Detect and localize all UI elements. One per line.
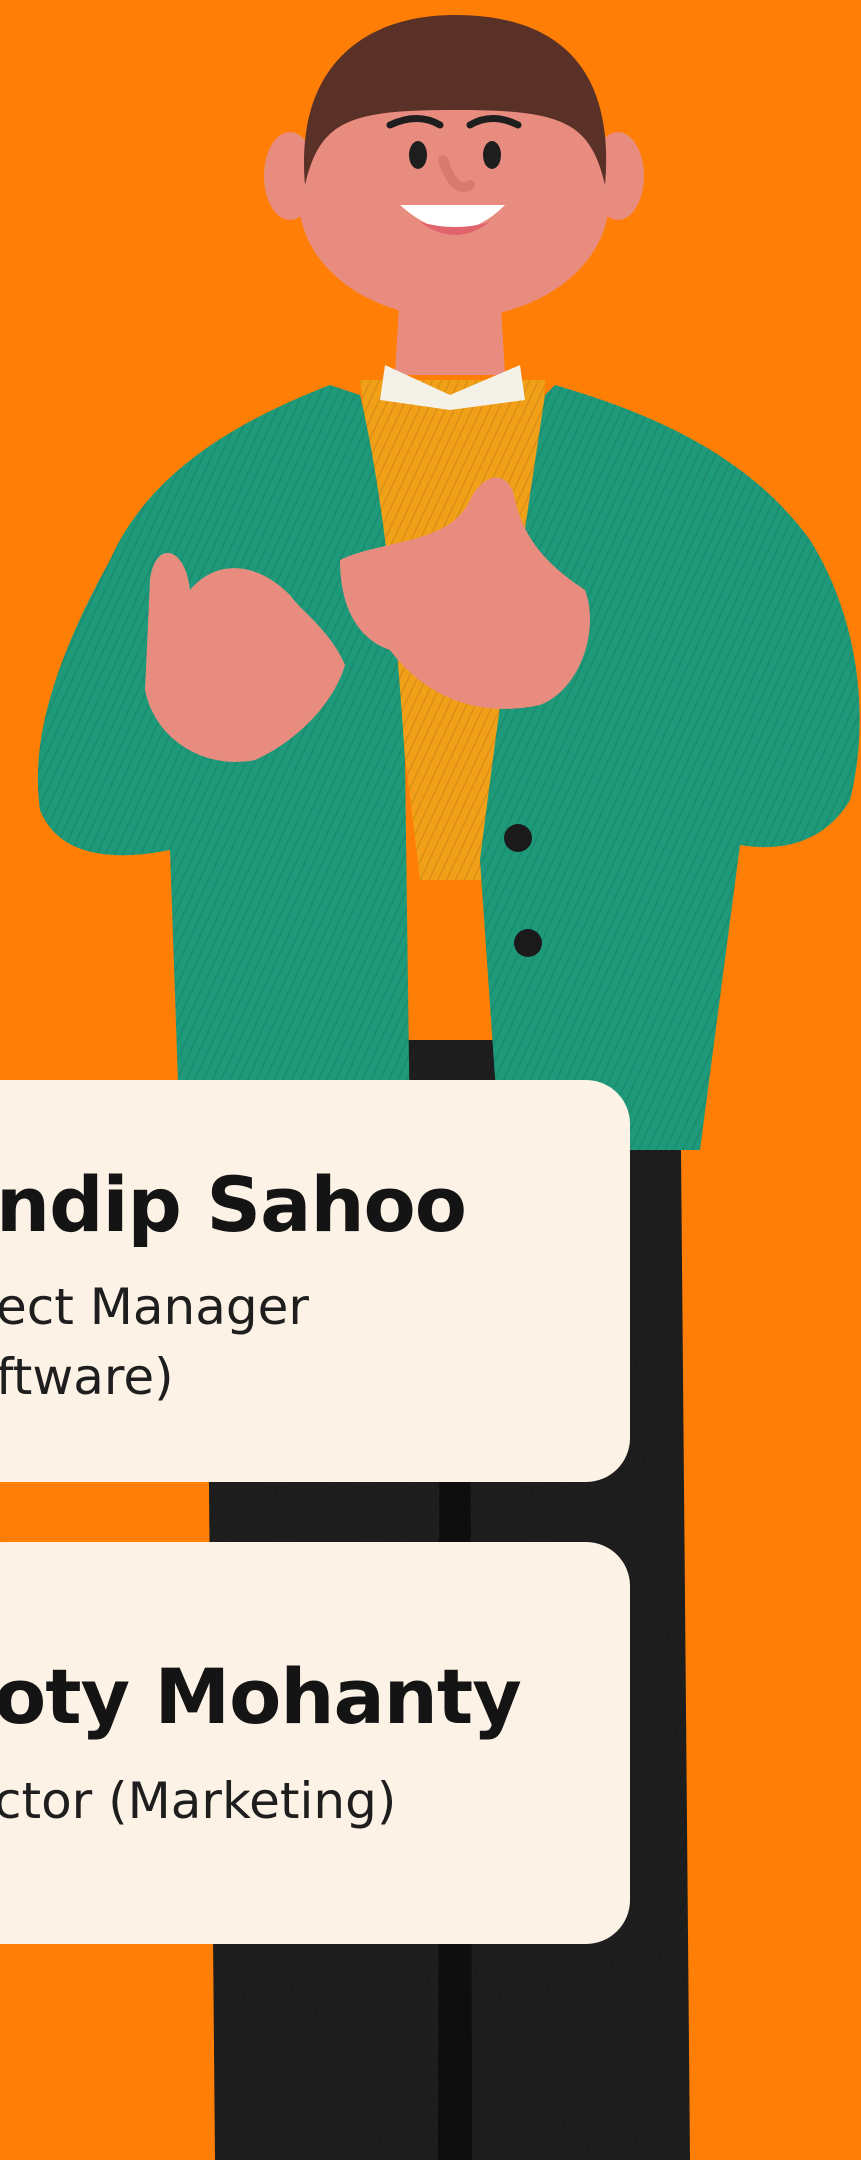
- team-member-name: ndip Sahoo: [0, 1160, 467, 1249]
- team-member-role: ctor (Marketing): [0, 1772, 397, 1830]
- team-card-2: oty Mohanty ctor (Marketing): [0, 1542, 630, 1944]
- team-member-role: ect Manager ftware): [0, 1278, 309, 1406]
- head: [264, 15, 644, 318]
- team-member-name: oty Mohanty: [0, 1652, 522, 1741]
- team-card-1: ndip Sahoo ect Manager ftware): [0, 1080, 630, 1482]
